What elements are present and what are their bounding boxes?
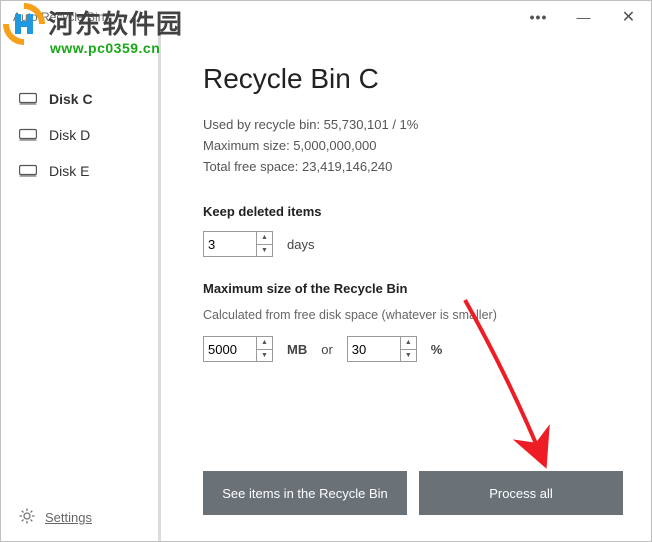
sidebar-item-disk-d[interactable]: Disk D	[1, 117, 158, 153]
process-all-button[interactable]: Process all	[419, 471, 623, 515]
page-title: Recycle Bin C	[203, 63, 623, 95]
spinner-up-icon[interactable]: ▲	[401, 337, 416, 350]
settings-link[interactable]: Settings	[1, 494, 158, 541]
spinner-up-icon[interactable]: ▲	[257, 337, 272, 350]
keep-days-input[interactable]	[204, 232, 256, 256]
keep-deleted-label: Keep deleted items	[203, 204, 623, 219]
see-items-button[interactable]: See items in the Recycle Bin	[203, 471, 407, 515]
max-mb-input[interactable]	[204, 337, 256, 361]
used-stat: Used by recycle bin: 55,730,101 / 1%	[203, 117, 623, 132]
max-pct-input[interactable]	[348, 337, 400, 361]
drive-icon	[19, 164, 37, 178]
maxsize-stat: Maximum size: 5,000,000,000	[203, 138, 623, 153]
or-label: or	[321, 342, 333, 357]
sidebar-item-label: Disk C	[49, 91, 93, 107]
sidebar-item-disk-c[interactable]: Disk C	[1, 81, 158, 117]
days-unit-label: days	[287, 237, 314, 252]
spinner-down-icon[interactable]: ▼	[401, 350, 416, 362]
maxsize-section-label: Maximum size of the Recycle Bin	[203, 281, 623, 296]
sidebar-item-disk-e[interactable]: Disk E	[1, 153, 158, 189]
spinner-down-icon[interactable]: ▼	[257, 245, 272, 257]
calc-note: Calculated from free disk space (whateve…	[203, 308, 623, 322]
mb-unit-label: MB	[287, 342, 307, 357]
drive-icon	[19, 92, 37, 106]
keep-days-spinner[interactable]: ▲ ▼	[203, 231, 273, 257]
close-button[interactable]: ✕	[606, 1, 651, 33]
minimize-button[interactable]: —	[561, 1, 606, 33]
gear-icon	[19, 508, 35, 527]
spinner-up-icon[interactable]: ▲	[257, 232, 272, 245]
more-menu-button[interactable]: •••	[516, 1, 561, 33]
window-title: Auto Recycle Bin	[13, 10, 516, 24]
sidebar-item-label: Disk D	[49, 127, 90, 143]
drive-icon	[19, 128, 37, 142]
settings-label: Settings	[45, 510, 92, 525]
spinner-down-icon[interactable]: ▼	[257, 350, 272, 362]
freespace-stat: Total free space: 23,419,146,240	[203, 159, 623, 174]
max-pct-spinner[interactable]: ▲ ▼	[347, 336, 417, 362]
pct-unit-label: %	[431, 342, 443, 357]
sidebar-item-label: Disk E	[49, 163, 89, 179]
max-mb-spinner[interactable]: ▲ ▼	[203, 336, 273, 362]
